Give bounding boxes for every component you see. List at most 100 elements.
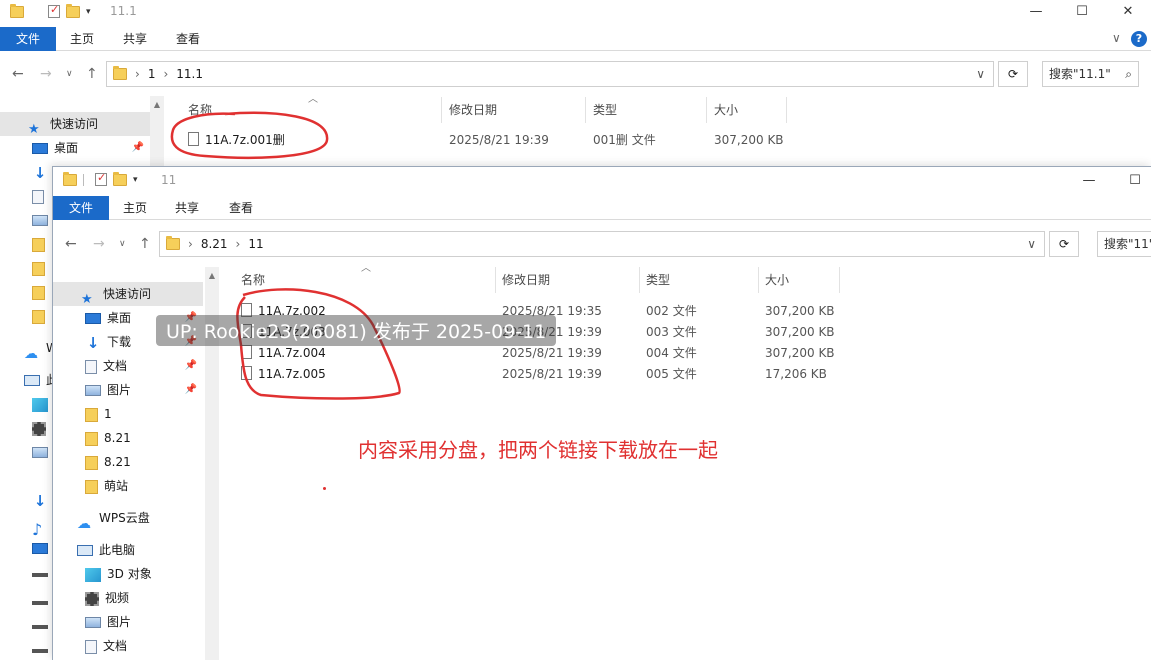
up-arrow-icon[interactable]: ↑ — [139, 236, 151, 252]
sidebar-item-this-pc[interactable]: 此电脑 — [53, 538, 135, 562]
close-button[interactable]: ✕ — [1105, 0, 1151, 24]
sidebar-item-pictures[interactable] — [0, 440, 54, 464]
properties-icon[interactable] — [95, 171, 107, 186]
sidebar-item-music[interactable]: ♪ — [0, 512, 54, 539]
sidebar-item-documents[interactable]: 文档 📌 — [53, 354, 203, 378]
breadcrumb-item[interactable]: 8.21 — [201, 237, 228, 251]
column-header-date[interactable]: 修改日期 — [449, 99, 497, 121]
pin-icon[interactable]: 📌 — [132, 136, 144, 160]
minimize-button[interactable]: — — [1013, 0, 1059, 24]
pictures-icon — [32, 447, 48, 458]
refresh-button[interactable]: ⟳ — [1049, 231, 1079, 257]
new-folder-icon[interactable] — [113, 171, 127, 186]
sidebar-item-folder-8-21[interactable]: 8.21 — [53, 450, 131, 474]
sidebar-item-videos[interactable]: 视频 — [53, 586, 129, 610]
forward-arrow-icon[interactable]: → — [40, 66, 52, 82]
address-bar[interactable]: › 1 › 11.1 ∨ — [106, 61, 994, 87]
back-title-bar: ▾ 11.1 — ☐ ✕ — [0, 0, 1151, 24]
properties-icon[interactable] — [48, 3, 60, 18]
column-header-type[interactable]: 类型 — [593, 99, 617, 121]
sidebar-item-video[interactable] — [0, 416, 52, 440]
recent-dropdown-icon[interactable]: ∨ — [119, 239, 126, 249]
chevron-down-icon[interactable]: ∨ — [1112, 31, 1121, 45]
sidebar-item-label: 8.21 — [104, 455, 131, 469]
chevron-down-icon[interactable]: ▾ — [133, 175, 138, 185]
sidebar-item-pictures[interactable] — [0, 208, 54, 232]
sidebar-item-3d-objects[interactable]: 3D 对象 — [53, 562, 152, 586]
sidebar-item-folder-8-21[interactable]: 8.21 — [53, 426, 131, 450]
maximize-button[interactable]: ☐ — [1059, 0, 1105, 24]
recent-dropdown-icon[interactable]: ∨ — [66, 69, 73, 79]
search-input[interactable]: 搜索"11" — [1097, 231, 1151, 257]
tab-share[interactable]: 共享 — [165, 196, 209, 220]
sidebar-item-label: 文档 — [103, 359, 128, 373]
sidebar-item-documents[interactable] — [0, 184, 50, 208]
breadcrumb-item[interactable]: 11 — [248, 237, 263, 251]
address-dropdown-icon[interactable]: ∨ — [1027, 237, 1036, 251]
cloud-icon: ☁ — [77, 515, 91, 532]
sidebar-item-folder[interactable] — [0, 280, 51, 304]
back-arrow-icon[interactable]: ← — [65, 236, 77, 252]
column-header-size[interactable]: 大小 — [714, 99, 738, 121]
sidebar-item-pictures[interactable]: 图片 — [53, 610, 131, 634]
scroll-up-icon[interactable]: ▲ — [150, 98, 164, 112]
file-date: 2025/8/21 19:39 — [502, 367, 602, 381]
sidebar-item-folder-1[interactable]: 1 — [53, 402, 112, 426]
tab-home[interactable]: 主页 — [60, 27, 104, 51]
maximize-button[interactable]: ☐ — [1112, 169, 1151, 193]
sidebar-item-label: 图片 — [107, 615, 132, 629]
breadcrumb-item[interactable]: 1 — [148, 67, 156, 81]
sidebar-item-download[interactable]: ↓ — [0, 160, 54, 184]
up-arrow-icon[interactable]: ↑ — [86, 66, 98, 82]
back-arrow-icon[interactable]: ← — [12, 66, 24, 82]
sidebar-item-wps-cloud[interactable]: ☁ WPS云盘 — [53, 506, 150, 532]
tab-share[interactable]: 共享 — [113, 27, 157, 51]
column-header-date[interactable]: 修改日期 — [502, 269, 550, 291]
sidebar-item-folder[interactable] — [0, 256, 51, 280]
pictures-icon — [32, 215, 48, 226]
sidebar-item-folder[interactable] — [0, 304, 51, 328]
tab-file[interactable]: 文件 — [0, 27, 56, 51]
minimize-button[interactable]: — — [1066, 169, 1112, 193]
folder-icon — [113, 66, 127, 80]
sidebar-item-drive[interactable] — [0, 588, 54, 612]
breadcrumb-item[interactable]: 11.1 — [176, 67, 203, 81]
refresh-button[interactable]: ⟳ — [998, 61, 1028, 87]
file-date: 2025/8/21 19:39 — [449, 133, 549, 147]
sidebar-item-this-pc[interactable]: 此 — [0, 368, 58, 392]
column-header-type[interactable]: 类型 — [646, 269, 670, 291]
computer-icon — [77, 545, 93, 556]
sidebar-item-label: 下载 — [107, 335, 132, 349]
folder-icon — [32, 261, 45, 276]
sidebar-item-pictures[interactable]: 图片 📌 — [53, 378, 203, 402]
address-dropdown-icon[interactable]: ∨ — [976, 67, 985, 81]
tab-view[interactable]: 查看 — [219, 196, 263, 220]
tab-view[interactable]: 查看 — [166, 27, 210, 51]
tab-file[interactable]: 文件 — [53, 196, 109, 220]
address-bar[interactable]: › 8.21 › 11 ∨ — [159, 231, 1045, 257]
sidebar-item-download[interactable]: ↓ — [0, 488, 54, 512]
tab-home[interactable]: 主页 — [113, 196, 157, 220]
pin-icon[interactable]: 📌 — [185, 378, 197, 402]
sidebar-item-folder-mengzhan[interactable]: 萌站 — [53, 474, 128, 498]
search-input[interactable]: 搜索"11.1" ⌕ — [1042, 61, 1139, 87]
sidebar-item-desktop[interactable] — [0, 536, 54, 560]
sidebar-item-wps[interactable]: ☁W — [0, 336, 58, 362]
forward-arrow-icon[interactable]: → — [93, 236, 105, 252]
pin-icon[interactable]: 📌 — [185, 354, 197, 378]
sidebar-item-3d[interactable] — [0, 392, 54, 416]
sidebar-item-folder[interactable] — [0, 232, 51, 256]
sidebar-item-drive[interactable] — [0, 560, 54, 584]
scroll-up-icon[interactable]: ▲ — [205, 269, 219, 283]
sidebar-item-documents[interactable]: 文档 — [53, 634, 127, 658]
new-folder-icon[interactable] — [66, 3, 80, 18]
sidebar-item-desktop[interactable]: 桌面 📌 — [0, 136, 150, 160]
sidebar-item-drive[interactable] — [0, 612, 54, 636]
chevron-down-icon[interactable]: ▾ — [86, 7, 91, 17]
sidebar-item-label: 3D 对象 — [107, 567, 152, 581]
help-icon[interactable]: ? — [1131, 31, 1147, 47]
sidebar-item-quick-access[interactable]: ★ 快速访问 — [53, 282, 203, 307]
column-header-size[interactable]: 大小 — [765, 269, 789, 291]
sidebar-item-drive[interactable] — [0, 636, 54, 660]
sidebar-item-quick-access[interactable]: ★ 快速访问 — [0, 112, 150, 137]
